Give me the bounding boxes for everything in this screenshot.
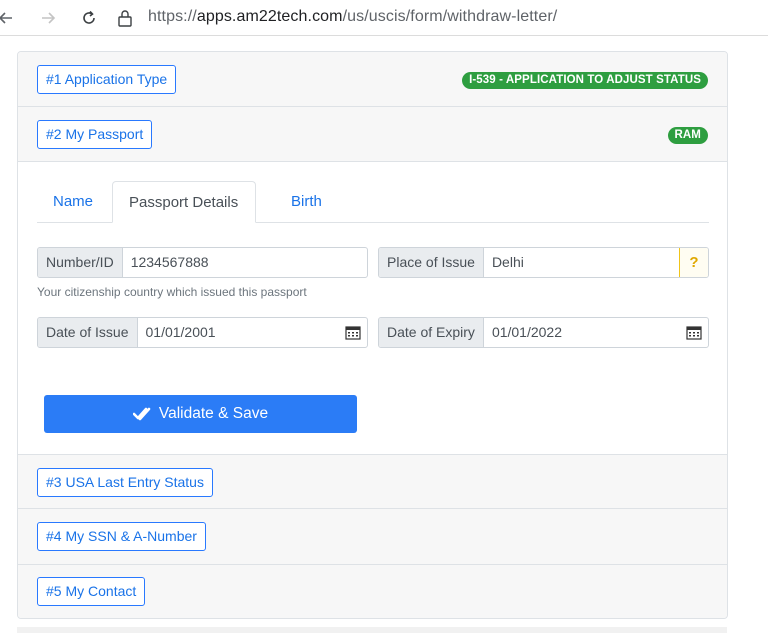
tab-name[interactable]: Name [37, 181, 109, 222]
my-contact-button[interactable]: #5 My Contact [37, 577, 146, 606]
lock-icon[interactable] [114, 7, 136, 29]
validate-save-button[interactable]: Validate & Save [44, 395, 357, 433]
page-footer-strip [17, 627, 727, 633]
application-type-button[interactable]: #1 Application Type [37, 65, 177, 94]
date-of-issue-label: Date of Issue [38, 318, 138, 347]
passport-hint-text: Your citizenship country which issued th… [37, 285, 307, 299]
reload-icon [83, 10, 95, 24]
section-application-type-header[interactable]: #1 Application Type I-539 - APPLICATION … [18, 52, 727, 107]
section-usa-entry-header[interactable]: #3 USA Last Entry Status [18, 454, 727, 509]
date-of-issue-group: Date of Issue 01/01/2001 [37, 317, 368, 348]
url-path: /us/uscis/form/withdraw-letter/ [342, 8, 558, 25]
section-contact-header[interactable]: #5 My Contact [18, 565, 727, 618]
arrow-left-icon [0, 12, 12, 24]
passport-name-badge: RAM [667, 127, 708, 144]
url-scheme: https:// [148, 8, 197, 25]
tab-birth[interactable]: Birth [275, 181, 338, 222]
back-button[interactable] [0, 6, 18, 30]
place-of-issue-label: Place of Issue [379, 248, 484, 277]
form-accordion: #1 Application Type I-539 - APPLICATION … [17, 51, 728, 619]
help-question-icon[interactable]: ? [679, 248, 708, 277]
application-type-badge: I-539 - APPLICATION TO ADJUST STATUS [462, 72, 708, 89]
passport-number-input[interactable]: 1234567888 [123, 248, 367, 277]
calendar-icon[interactable] [339, 318, 367, 347]
passport-tabs: Name Passport Details Birth [37, 181, 709, 223]
section-ssn-header[interactable]: #4 My SSN & A-Number [18, 509, 727, 565]
arrow-right-icon [42, 12, 56, 24]
my-passport-button[interactable]: #2 My Passport [37, 120, 153, 149]
date-of-expiry-label: Date of Expiry [379, 318, 484, 347]
place-of-issue-input[interactable]: Delhi [484, 248, 679, 277]
date-of-expiry-group: Date of Expiry 01/01/2022 [378, 317, 709, 348]
passport-section-body: Name Passport Details Birth Number/ID 12… [18, 162, 727, 454]
forward-button[interactable] [36, 6, 60, 30]
date-of-issue-input[interactable]: 01/01/2001 [138, 318, 340, 347]
place-of-issue-group: Place of Issue Delhi ? [378, 247, 709, 278]
double-check-icon [132, 407, 151, 421]
browser-toolbar: https://apps.am22tech.com/us/uscis/form/… [0, 0, 768, 36]
date-of-expiry-input[interactable]: 01/01/2022 [484, 318, 680, 347]
tab-passport-details[interactable]: Passport Details [112, 181, 256, 223]
calendar-icon[interactable] [680, 318, 708, 347]
reload-button[interactable] [77, 6, 101, 30]
address-bar[interactable]: https://apps.am22tech.com/us/uscis/form/… [148, 8, 557, 26]
usa-last-entry-button[interactable]: #3 USA Last Entry Status [37, 468, 213, 497]
passport-number-group: Number/ID 1234567888 [37, 247, 368, 278]
url-host: apps.am22tech.com [196, 8, 343, 25]
ssn-a-number-button[interactable]: #4 My SSN & A-Number [37, 522, 206, 551]
section-passport-header[interactable]: #2 My Passport RAM [18, 107, 727, 162]
passport-number-label: Number/ID [38, 248, 123, 277]
validate-save-label: Validate & Save [158, 405, 269, 422]
